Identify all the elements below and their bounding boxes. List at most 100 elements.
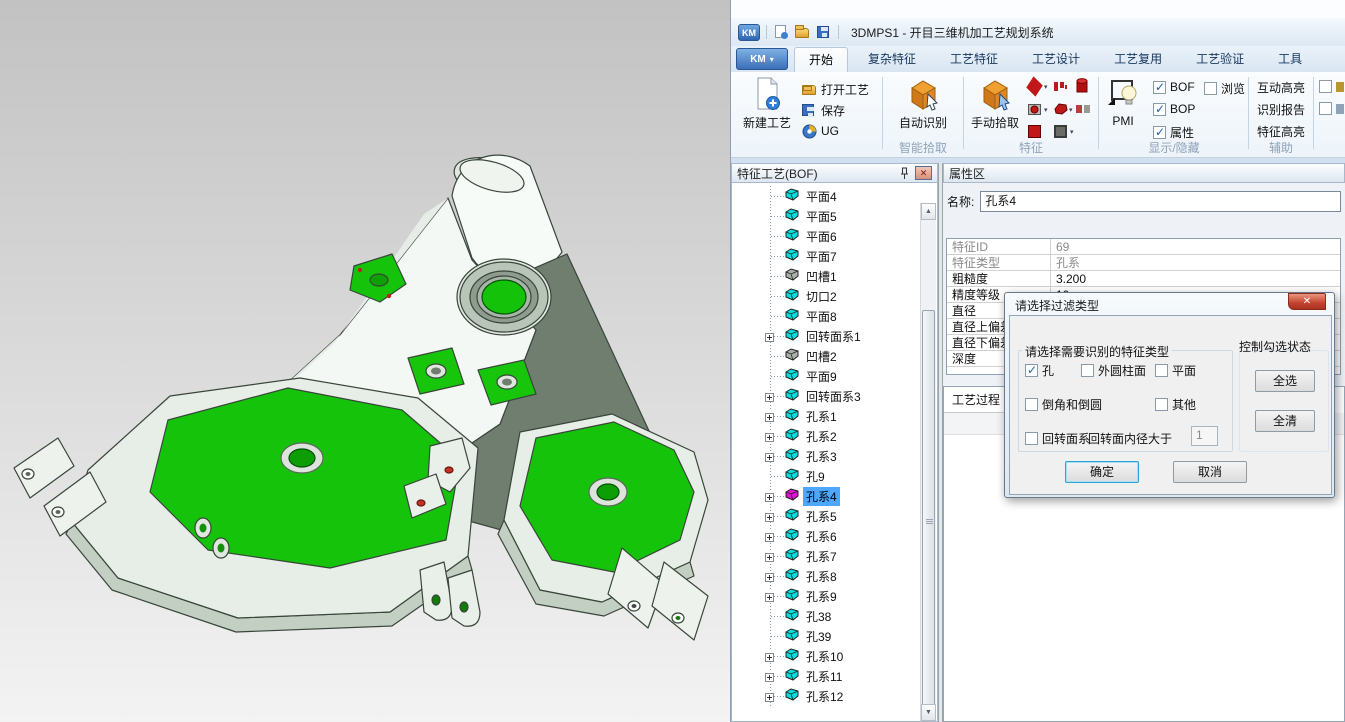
save-icon[interactable] xyxy=(817,25,832,39)
plane-icon[interactable] xyxy=(1054,125,1067,138)
tab-process-reuse[interactable]: 工艺复用 xyxy=(1100,47,1176,72)
tree-item[interactable]: 切口2 xyxy=(732,286,937,306)
tree-scrollbar[interactable]: ▲ ▼ xyxy=(920,203,936,721)
inner-diameter-input[interactable]: 1 xyxy=(1191,426,1218,446)
interactive-highlight-button[interactable]: 互动高亮 xyxy=(1255,78,1307,98)
expand-icon[interactable] xyxy=(765,651,774,660)
tree-item[interactable]: 平面8 xyxy=(732,306,937,326)
title-bar[interactable]: KM 3DMPS1 - 开目三维机加工艺规划系统 xyxy=(731,18,1345,46)
tree-item[interactable]: 孔系1 xyxy=(732,406,937,426)
tree-item[interactable]: 孔系8 xyxy=(732,566,937,586)
tree-item[interactable]: 孔系6 xyxy=(732,526,937,546)
recognition-report-button[interactable]: 识别报告 xyxy=(1255,100,1307,120)
dialog-close-button[interactable]: ✕ xyxy=(1288,293,1326,310)
expand-icon[interactable] xyxy=(765,531,774,540)
expand-icon[interactable] xyxy=(765,411,774,420)
expand-icon[interactable] xyxy=(765,591,774,600)
scroll-up-arrow[interactable]: ▲ xyxy=(921,203,936,220)
new-document-icon[interactable] xyxy=(773,25,788,39)
property-row[interactable]: 特征类型孔系 xyxy=(947,255,1340,271)
feature-tree[interactable]: 平面4平面5平面6平面7凹槽1切口2平面8回转面系1凹槽2平面9回转面系3孔系1… xyxy=(731,183,938,722)
tree-item[interactable]: 孔系12 xyxy=(732,686,937,706)
boss-icon[interactable] xyxy=(1054,103,1067,116)
tab-home[interactable]: 开始 xyxy=(794,47,848,72)
tree-item[interactable]: 回转面系1 xyxy=(732,326,937,346)
bof-checkbox[interactable]: BOF xyxy=(1153,80,1195,94)
tree-item[interactable]: 孔系5 xyxy=(732,506,937,526)
name-input[interactable]: 孔系4 xyxy=(980,191,1341,212)
viewport-3d[interactable] xyxy=(0,0,730,722)
revolve-face-checkbox[interactable]: 回转面系 xyxy=(1025,430,1090,447)
pocket-icon[interactable] xyxy=(1028,103,1041,116)
tree-item[interactable]: 平面9 xyxy=(732,366,937,386)
new-process-button[interactable]: 新建工艺 xyxy=(738,76,796,131)
expand-icon[interactable] xyxy=(765,491,774,500)
cylinder-icon[interactable] xyxy=(1076,78,1089,91)
pin-icon[interactable] xyxy=(900,167,909,180)
ug-button[interactable]: UG xyxy=(802,122,839,140)
rib-icon[interactable] xyxy=(1054,80,1067,93)
tree-item[interactable]: 孔系9 xyxy=(732,586,937,606)
property-row[interactable]: 粗糙度3.200 xyxy=(947,271,1340,287)
cube-icon[interactable] xyxy=(1028,125,1041,138)
expand-icon[interactable] xyxy=(765,331,774,340)
tree-item[interactable]: 平面4 xyxy=(732,186,937,206)
open-folder-icon[interactable] xyxy=(795,25,810,39)
clipped-checkbox-2[interactable] xyxy=(1319,102,1344,115)
expand-icon[interactable] xyxy=(765,511,774,520)
tree-item[interactable]: 孔系4 xyxy=(732,486,937,506)
slope-face-icon[interactable] xyxy=(1026,76,1042,96)
tree-item[interactable]: 孔系7 xyxy=(732,546,937,566)
tree-item[interactable]: 回转面系3 xyxy=(732,386,937,406)
auto-recognize-button[interactable]: 自动识别 xyxy=(894,76,952,131)
select-all-button[interactable]: 全选 xyxy=(1255,370,1315,392)
block-pair-icon[interactable] xyxy=(1076,103,1089,116)
confirm-button[interactable]: 确定 xyxy=(1065,461,1139,483)
tree-item[interactable]: 孔9 xyxy=(732,466,937,486)
cad-model[interactable] xyxy=(0,0,730,722)
tree-item[interactable]: 孔系11 xyxy=(732,666,937,686)
tab-complex-features[interactable]: 复杂特征 xyxy=(854,47,930,72)
other-checkbox[interactable]: 其他 xyxy=(1155,396,1196,413)
scroll-thumb[interactable] xyxy=(922,310,935,722)
tree-item[interactable]: 孔系10 xyxy=(732,646,937,666)
tree-item[interactable]: 凹槽2 xyxy=(732,346,937,366)
scroll-down-arrow[interactable]: ▼ xyxy=(921,704,936,721)
save-process-button[interactable]: 保存 xyxy=(802,101,845,119)
close-panel-icon[interactable]: ✕ xyxy=(915,166,932,180)
property-row[interactable]: 特征ID69 xyxy=(947,239,1340,255)
tree-item[interactable]: 凹槽1 xyxy=(732,266,937,286)
pmi-button[interactable]: PMI xyxy=(1101,76,1145,128)
tree-item[interactable]: 孔38 xyxy=(732,606,937,626)
tree-item[interactable]: 孔系3 xyxy=(732,446,937,466)
expand-icon[interactable] xyxy=(765,671,774,680)
plane-checkbox[interactable]: 平面 xyxy=(1155,362,1196,379)
tab-process-design[interactable]: 工艺设计 xyxy=(1018,47,1094,72)
tree-item[interactable]: 平面6 xyxy=(732,226,937,246)
tree-item[interactable]: 平面7 xyxy=(732,246,937,266)
tab-process-verify[interactable]: 工艺验证 xyxy=(1182,47,1258,72)
expand-icon[interactable] xyxy=(765,391,774,400)
app-menu-button[interactable]: KM▾ xyxy=(736,48,788,70)
expand-icon[interactable] xyxy=(765,571,774,580)
tab-process-features[interactable]: 工艺特征 xyxy=(936,47,1012,72)
expand-icon[interactable] xyxy=(765,451,774,460)
hole-checkbox[interactable]: 孔 xyxy=(1025,362,1054,379)
cancel-button[interactable]: 取消 xyxy=(1173,461,1247,483)
ribbon-group-smart-pick: 自动识别 智能拾取 xyxy=(885,72,961,158)
browse-checkbox[interactable]: 浏览 xyxy=(1204,80,1245,97)
expand-icon[interactable] xyxy=(765,551,774,560)
clear-all-button[interactable]: 全清 xyxy=(1255,410,1315,432)
outer-cylinder-checkbox[interactable]: 外圆柱面 xyxy=(1081,362,1146,379)
chamfer-fillet-checkbox[interactable]: 倒角和倒圆 xyxy=(1025,396,1102,413)
tab-tools[interactable]: 工具 xyxy=(1264,47,1316,72)
tree-item[interactable]: 平面5 xyxy=(732,206,937,226)
open-process-button[interactable]: 打开工艺 xyxy=(802,80,869,98)
tree-item[interactable]: 孔39 xyxy=(732,626,937,646)
expand-icon[interactable] xyxy=(765,691,774,700)
clipped-checkbox-1[interactable] xyxy=(1319,80,1344,93)
bop-checkbox[interactable]: BOP xyxy=(1153,102,1195,116)
tree-item[interactable]: 孔系2 xyxy=(732,426,937,446)
expand-icon[interactable] xyxy=(765,431,774,440)
manual-pick-button[interactable]: 手动拾取 xyxy=(966,76,1024,131)
